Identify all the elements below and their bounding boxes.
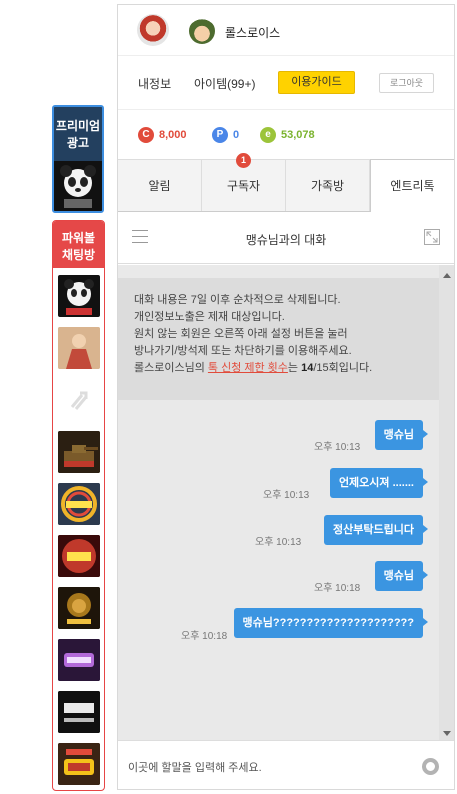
- expand-arrows-icon: [426, 231, 438, 243]
- chat-message[interactable]: 맹슈님: [374, 561, 429, 591]
- profile-bar: 롤스로이스: [118, 5, 454, 56]
- chat-message[interactable]: 정산부탁드립니다: [324, 515, 428, 545]
- premium-ad-box[interactable]: 프리미엄 광고: [52, 105, 104, 213]
- room-thumb[interactable]: [57, 431, 100, 473]
- powerball-room-list: [53, 268, 104, 785]
- tank-icon: [57, 431, 100, 473]
- tab-notifications[interactable]: 알림: [118, 160, 202, 211]
- user-level-icon: [189, 18, 215, 44]
- guide-button[interactable]: 이용가이드: [278, 71, 355, 94]
- items-link[interactable]: 아이템(99+): [194, 75, 255, 92]
- placeholder-icon: [70, 391, 87, 410]
- notification-badge: 1: [236, 153, 251, 168]
- cash-point: C 8,000: [138, 127, 187, 143]
- room-thumb[interactable]: [57, 587, 100, 629]
- room-thumb[interactable]: [57, 691, 100, 733]
- talk-limit-link[interactable]: 톡 신청 제한 횟수: [208, 362, 288, 374]
- powerball-chat-box: 파워볼 채팅방: [52, 220, 105, 791]
- cash-value: 8,000: [159, 129, 187, 141]
- message-time: 오후 10:18: [181, 631, 228, 642]
- chat-message[interactable]: 맹슈님?????????????????????: [233, 608, 429, 638]
- scroll-up-icon[interactable]: [443, 273, 451, 278]
- room-thumb[interactable]: [57, 379, 100, 421]
- tab-entry-talk[interactable]: 엔트리톡: [370, 159, 454, 213]
- lion-icon: [57, 587, 100, 629]
- rainbow-logo-icon: [57, 483, 100, 525]
- talk-limit-count: 14: [301, 362, 314, 374]
- zinbbaei-logo-icon: [57, 691, 100, 733]
- room-thumb[interactable]: [57, 535, 100, 577]
- chat-notice: 대화 내용은 7일 이후 순차적으로 삭제됩니다. 개인정보노출은 제재 대상입…: [118, 278, 439, 400]
- main-panel: 롤스로이스 내정보 아이템(99+) 이용가이드 로그아웃 C 8,000 P …: [117, 4, 455, 790]
- chat-title: 맹슈님과의 대화: [245, 233, 327, 247]
- tab-label: 구독자: [226, 179, 261, 193]
- notice-line: 개인정보노출은 제재 대상입니다.: [134, 311, 285, 323]
- chat-message-area[interactable]: 대화 내용은 7일 이후 순차적으로 삭제됩니다. 개인정보노출은 제재 대상입…: [118, 265, 454, 740]
- tab-label: 알림: [148, 179, 171, 193]
- notice-limit-line: 롤스로이스님의 톡 신청 제한 횟수는 14/15회입니다.: [134, 360, 439, 377]
- tab-label: 엔트리톡: [390, 179, 435, 193]
- p-point: P 0: [212, 127, 239, 143]
- room-thumb[interactable]: [57, 327, 100, 369]
- powerball-chat-label: 파워볼 채팅방: [61, 231, 96, 262]
- room-thumb[interactable]: [57, 483, 100, 525]
- cash-icon: C: [138, 127, 154, 143]
- notice-line: 대화 내용은 7일 이후 순차적으로 삭제됩니다.: [134, 294, 341, 306]
- tab-label: 가족방: [310, 179, 345, 193]
- person-icon: [57, 327, 100, 369]
- notice-text: /15회입니다.: [313, 362, 373, 374]
- message-time: 오후 10:13: [314, 442, 361, 453]
- room-thumb[interactable]: [57, 743, 100, 785]
- p-icon: P: [212, 127, 228, 143]
- logout-button[interactable]: 로그아웃: [379, 73, 434, 93]
- notice-text: 는: [287, 362, 302, 374]
- red-logo-icon: [57, 535, 100, 577]
- user-nickname[interactable]: 롤스로이스: [225, 24, 280, 41]
- user-avatar[interactable]: [137, 14, 169, 46]
- purple-logo-icon: [57, 639, 100, 681]
- p-value: 0: [233, 129, 240, 141]
- notice-line: 방나가기/방석제 또는 차단하기를 이용해주세요.: [134, 345, 352, 357]
- points-bar: C 8,000 P 0 e 53,078: [118, 110, 454, 160]
- panda-icon: [63, 279, 94, 315]
- room-thumb[interactable]: [57, 275, 100, 317]
- premium-ad-label-text: 프리미엄 광고: [55, 119, 101, 150]
- chat-message[interactable]: 언제오시져 .......: [329, 468, 429, 498]
- notice-line: 원치 않는 회원은 오른쪽 아래 설정 버튼을 눌러: [134, 328, 348, 340]
- premium-ad-thumb[interactable]: [54, 161, 102, 211]
- chat-input[interactable]: 이곳에 할말을 입력해 주세요.: [128, 759, 262, 775]
- chat-scrollbar[interactable]: [439, 265, 454, 740]
- e-icon: e: [260, 127, 276, 143]
- e-value: 53,078: [281, 129, 315, 141]
- message-time: 오후 10:18: [314, 583, 361, 594]
- chat-header: 맹슈님과의 대화: [118, 212, 454, 264]
- room-thumb[interactable]: [57, 639, 100, 681]
- message-time: 오후 10:13: [255, 537, 302, 548]
- tab-subscribers[interactable]: 1 구독자: [202, 153, 286, 211]
- panda-icon: [60, 165, 96, 208]
- powerball-chat-header[interactable]: 파워볼 채팅방: [53, 221, 104, 268]
- expand-icon[interactable]: [424, 229, 440, 245]
- yellow-logo-icon: [57, 743, 100, 785]
- settings-gear-icon[interactable]: [422, 758, 439, 775]
- my-info-link[interactable]: 내정보: [138, 75, 171, 92]
- chat-message[interactable]: 맹슈님: [374, 420, 429, 450]
- notice-text: 롤스로이스님의: [134, 362, 208, 374]
- e-point: e 53,078: [260, 127, 315, 143]
- tab-bar: 알림 1 구독자 가족방 엔트리톡: [118, 153, 454, 213]
- scroll-down-icon[interactable]: [443, 731, 451, 736]
- chat-input-bar: 이곳에 할말을 입력해 주세요.: [118, 740, 454, 789]
- message-time: 오후 10:13: [263, 490, 310, 501]
- tab-family-room[interactable]: 가족방: [286, 160, 370, 211]
- premium-ad-label: 프리미엄 광고: [54, 107, 102, 161]
